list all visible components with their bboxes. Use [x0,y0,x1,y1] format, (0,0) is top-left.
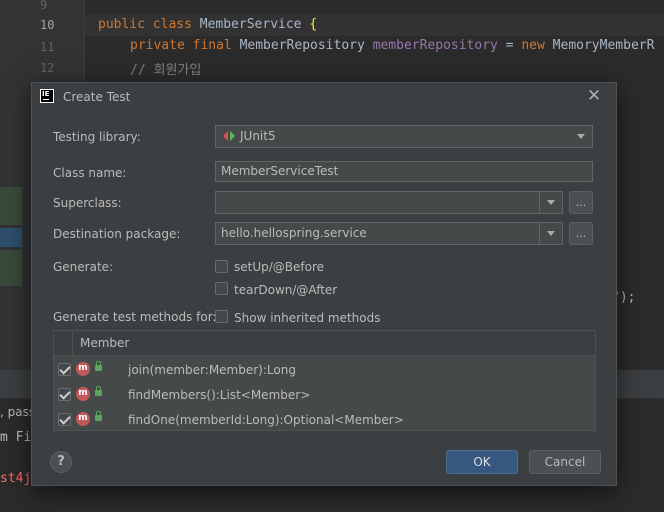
field-name: memberRepository [372,38,498,53]
methods-table: Member m join(member:Member):Long m find… [53,330,596,431]
superclass-label: Superclass: [53,196,122,210]
cancel-button[interactable]: Cancel [529,450,601,474]
setup-label[interactable]: setUp/@Before [234,260,324,274]
line-number: 11 [40,40,55,54]
method-signature: findMembers():List<Member> [128,388,311,402]
brace: { [309,17,318,32]
method-icon: m [76,387,90,401]
testing-library-select[interactable]: JUnit5 [215,125,593,148]
line-number: 9 [40,0,48,12]
change-marker [0,187,22,225]
table-header: Member [54,331,595,356]
type-name: MemoryMemberR [552,38,655,53]
keyword: new [521,38,553,53]
code-line-10[interactable]: public class MemberService { [98,17,317,32]
change-marker [0,250,22,286]
generate-methods-label: Generate test methods for: [53,310,217,324]
teardown-label[interactable]: tearDown/@After [234,283,337,297]
run-output-text: st4j [0,471,32,486]
intellij-icon: IE [40,89,54,103]
chevron-down-icon[interactable] [570,126,592,145]
method-icon: m [76,412,90,426]
dialog-title: Create Test [63,90,131,104]
line-number: 10 [40,18,55,32]
dialog-titlebar[interactable]: IE Create Test ✕ [32,83,616,111]
table-row[interactable]: m findOne(memberId:Long):Optional<Member… [54,407,595,432]
operator: = [497,38,522,53]
run-output-text: m Fi [0,430,32,445]
method-icon: m [76,362,90,376]
method-signature: findOne(memberId:Long):Optional<Member> [128,413,404,427]
table-row[interactable]: m join(member:Member):Long [54,357,595,382]
show-inherited-label[interactable]: Show inherited methods [234,311,381,325]
type-name: MemberRepository [239,38,373,53]
show-inherited-checkbox[interactable] [215,310,228,323]
lock-icon [95,411,102,421]
help-button[interactable]: ? [50,451,72,473]
code-line-12[interactable]: // 회원가입 [130,59,201,78]
destination-package-value: hello.hellospring.service [221,226,367,240]
testing-library-label: Testing library: [53,130,141,144]
method-signature: join(member:Member):Long [128,363,296,377]
method-checkbox[interactable] [58,388,71,401]
teardown-checkbox[interactable] [215,282,228,295]
keyword: public class [98,17,200,32]
destination-package-select[interactable]: hello.hellospring.service [215,222,563,245]
lock-icon [95,361,102,371]
generate-label: Generate: [53,260,114,274]
class-name-input[interactable]: MemberServiceTest [215,161,593,182]
class-name: MemberService [199,17,310,32]
ok-button[interactable]: OK [446,450,518,474]
chevron-down-icon[interactable] [539,223,562,244]
class-name-label: Class name: [53,166,127,180]
setup-checkbox[interactable] [215,260,228,273]
superclass-browse-button[interactable]: ... [569,191,593,214]
keyword: private final [130,38,240,53]
left-tool-strip [0,0,22,380]
line-number: 12 [40,61,55,75]
junit-icon [223,131,235,141]
method-checkbox[interactable] [58,413,71,426]
close-icon[interactable]: ✕ [584,86,604,106]
destination-package-label: Destination package: [53,227,181,241]
testing-library-value: JUnit5 [240,129,276,143]
method-checkbox[interactable] [58,363,71,376]
chevron-down-icon[interactable] [539,192,562,213]
superclass-select[interactable] [215,191,563,214]
selection-marker [0,228,22,247]
table-row[interactable]: m findMembers():List<Member> [54,382,595,407]
table-header-member: Member [80,336,130,350]
destination-browse-button[interactable]: ... [569,222,593,245]
column-separator [72,331,73,355]
code-line-11[interactable]: private final MemberRepository memberRep… [130,38,654,53]
lock-icon [95,386,102,396]
create-test-dialog: IE Create Test ✕ Testing library: JUnit5… [31,82,617,486]
